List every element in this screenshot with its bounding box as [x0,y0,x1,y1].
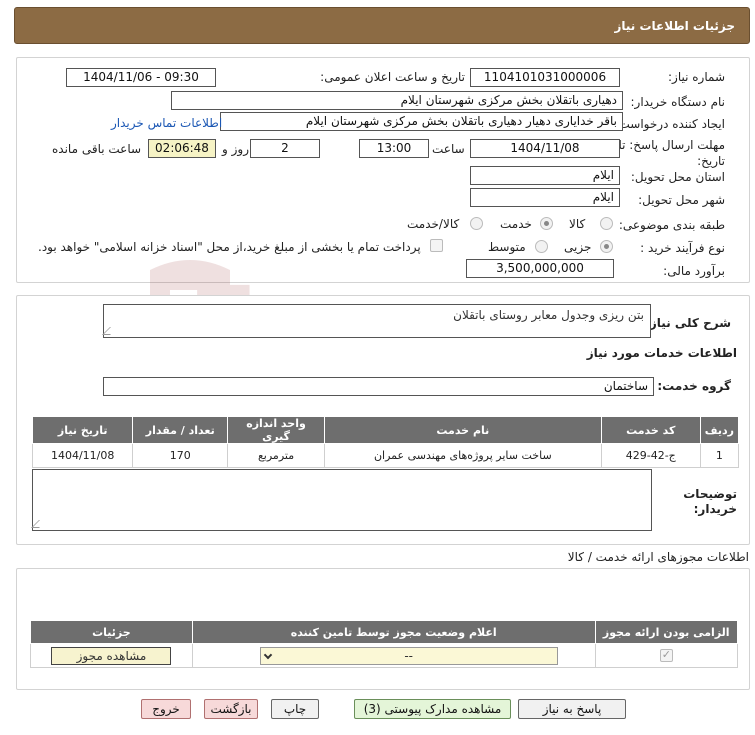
services-table: ردیف کد خدمت نام خدمت واحد اندازه گیری ت… [31,416,740,468]
table-row: -- مشاهده مجوز [30,643,738,668]
province-field: ایلام [470,166,620,185]
view-permit-button[interactable]: مشاهده مجوز [51,646,172,665]
reply-button[interactable]: پاسخ به نیاز [518,699,626,719]
buyer-org-field: دهیاری باتقلان بخش مرکزی شهرستان ایلام [171,91,623,110]
col-permit-details: جزئیات [30,620,193,644]
cell-date: 1404/11/08 [31,443,134,468]
chevron-down-icon [263,650,272,659]
description-textarea: بتن ریزی وجدول معابر روستای باتقلان [102,304,651,338]
category-radio-service[interactable] [540,217,553,230]
buyer-notes-textarea [31,469,652,531]
category-option-service: خدمت [500,217,532,231]
services-table-header: ردیف کد خدمت نام خدمت واحد اندازه گیری ت… [31,416,740,444]
col-date: تاریخ نیاز [31,416,134,444]
cell-permit-status: -- [191,643,596,668]
announce-date-field: 1404/11/06 - 09:30 [66,68,216,87]
service-group-label: گروه خدمت: [657,379,731,393]
buyer-contact-link[interactable]: اطلاعات تماس خریدار [111,116,222,130]
category-label: طبقه بندی موضوعی: [618,218,725,232]
resize-grip-icon[interactable] [102,327,118,335]
category-option-goods-service: کالا/خدمت [407,217,460,231]
remaining-time-field: 02:06:48 [148,139,216,158]
need-number-label: شماره نیاز: [668,70,725,84]
days-remaining-field: 2 [250,139,320,158]
request-creator-field: باقر خدایاری دهیار دهیاری باتقلان بخش مر… [220,112,623,131]
request-creator-label: ایجاد کننده درخواست: [614,117,725,131]
back-button[interactable]: بازگشت [204,699,258,719]
page-title: جزئیات اطلاعات نیاز [614,18,735,33]
permit-status-select[interactable]: -- [259,646,558,665]
print-button[interactable]: چاپ [271,699,319,719]
province-label: استان محل تحویل: [630,170,725,184]
permits-table: الزامی بودن ارائه مجوز اعلام وضعیت مجوز … [30,620,738,668]
cell-name: ساخت سایر پروژه‌های مهندسی عمران [323,443,602,468]
process-option-medium: متوسط [488,240,526,254]
permits-table-header: الزامی بودن ارائه مجوز اعلام وضعیت مجوز … [30,620,738,644]
cell-unit: مترمربع [227,443,325,468]
days-label: روز و [222,142,249,156]
remaining-time-label: ساعت باقی مانده [52,142,142,156]
category-radio-goods[interactable] [600,217,613,230]
cell-permit-required [594,643,738,668]
treasury-payment-note: پرداخت تمام یا بخشی از مبلغ خرید،از محل … [38,240,421,254]
description-label: شرح کلی نیاز: [645,316,731,330]
services-title: اطلاعات خدمات مورد نیاز [586,346,737,360]
financial-estimate-field: 3,500,000,000 [466,259,614,278]
view-attachments-button[interactable]: مشاهده مدارک پیوستی (3) [354,699,511,719]
city-field: ایلام [470,188,620,207]
treasury-payment-checkbox[interactable] [430,239,443,252]
deadline-time-label: ساعت [432,142,465,156]
description-text: بتن ریزی وجدول معابر روستای باتقلان [453,308,644,322]
financial-estimate-label: برآورد مالی: [663,264,725,278]
process-radio-minor[interactable] [600,240,613,253]
col-permit-status: اعلام وضعیت مجوز توسط تامین کننده [191,620,596,644]
need-number-field: 1104101031000006 [470,68,620,87]
buyer-notes-label: توضیحات خریدار: [683,487,737,516]
city-label: شهر محل تحویل: [638,193,725,207]
announce-date-label: تاریخ و ساعت اعلان عمومی: [320,70,465,84]
table-row: 1 ج-42-429 ساخت سایر پروژه‌های مهندسی عم… [31,443,740,468]
col-qty: تعداد / مقدار [132,416,229,444]
process-type-label: نوع فرآیند خرید : [640,241,725,255]
permit-status-value: -- [404,648,413,663]
cell-permit-details: مشاهده مجوز [30,643,193,668]
col-unit: واحد اندازه گیری [227,416,325,444]
panel-header: جزئیات اطلاعات نیاز [14,7,750,44]
cell-code: ج-42-429 [600,443,701,468]
service-group-field: ساختمان [103,377,654,396]
resize-grip-icon[interactable] [31,520,47,528]
buyer-org-label: نام دستگاه خریدار: [630,95,726,109]
col-row: ردیف [699,416,740,444]
exit-button[interactable]: خروج [141,699,191,719]
deadline-time-field: 13:00 [359,139,429,158]
col-name: نام خدمت [323,416,602,444]
process-radio-medium[interactable] [535,240,548,253]
deadline-label: مهلت ارسال پاسخ: تا تاریخ: [618,138,725,168]
permit-required-checkbox [659,648,673,663]
cell-row: 1 [699,443,740,468]
category-radio-goods-service[interactable] [470,217,483,230]
category-option-goods: کالا [569,217,586,231]
process-option-minor: جزیی [564,240,592,254]
col-permit-required: الزامی بودن ارائه مجوز [594,620,738,644]
cell-qty: 170 [132,443,229,468]
permits-title: اطلاعات مجوزهای ارائه خدمت / کالا [567,550,749,564]
col-code: کد خدمت [600,416,701,444]
deadline-date-field: 1404/11/08 [470,139,620,158]
